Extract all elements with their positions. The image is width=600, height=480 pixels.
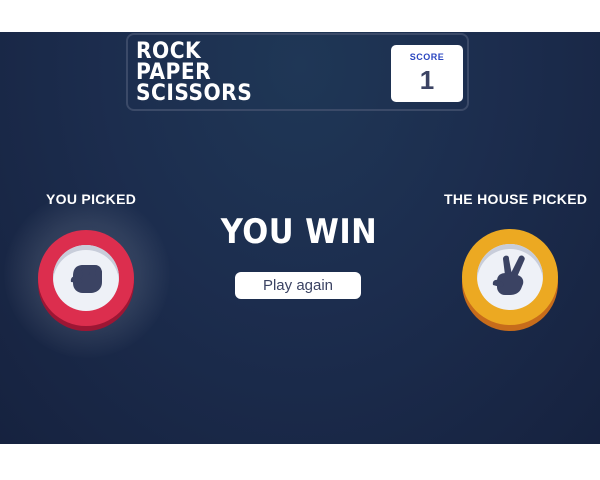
- score-header: ROCK PAPER SCISSORS SCORE 1: [126, 33, 469, 111]
- result-text: YOU WIN: [220, 212, 378, 252]
- scissors-hand-icon: [492, 255, 525, 295]
- title-line-rock: ROCK: [136, 39, 202, 64]
- player-rock-token: [38, 230, 134, 326]
- game-title: ROCK PAPER SCISSORS: [136, 39, 253, 106]
- title-line-scissors: SCISSORS: [136, 81, 253, 106]
- score-box: SCORE 1: [391, 45, 463, 102]
- play-again-button[interactable]: Play again: [235, 272, 361, 299]
- game-area: ROCK PAPER SCISSORS SCORE 1 YOU PICKED T…: [0, 32, 600, 444]
- fist-icon: [70, 265, 102, 293]
- house-scissors-token: [462, 229, 558, 325]
- score-label: SCORE: [409, 52, 445, 62]
- title-line-paper: PAPER: [136, 60, 212, 85]
- score-value: 1: [419, 65, 435, 95]
- house-picked-label: THE HOUSE PICKED: [444, 191, 588, 207]
